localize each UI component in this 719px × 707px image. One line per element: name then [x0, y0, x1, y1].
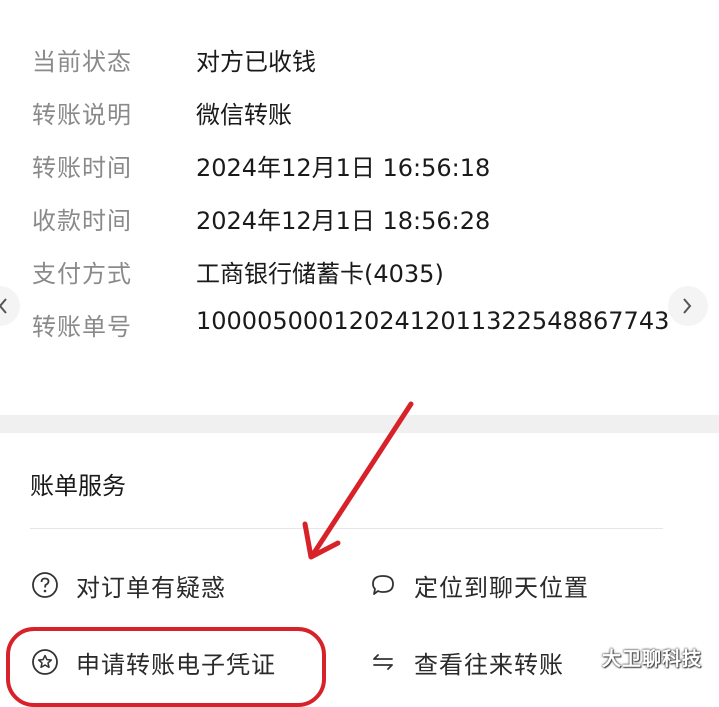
watermark: 大卫聊科技 — [602, 648, 703, 670]
red-arrow-annotation — [302, 401, 414, 560]
